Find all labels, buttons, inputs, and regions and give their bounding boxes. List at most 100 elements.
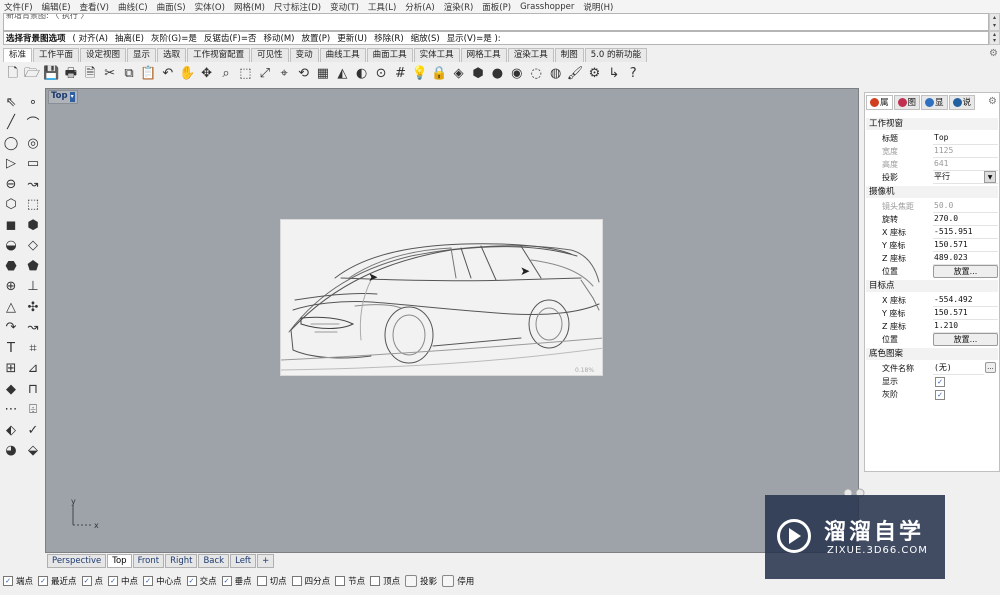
four-views-icon[interactable]: ▦: [313, 64, 332, 84]
tool-icon[interactable]: ⬖: [0, 420, 22, 441]
move-view-icon[interactable]: ✥: [197, 64, 216, 84]
tab-14[interactable]: 5.0 的新功能: [584, 48, 647, 62]
background-bitmap[interactable]: 0.18%: [280, 219, 603, 376]
tool-icon[interactable]: ✓: [22, 420, 44, 441]
cam-y-field[interactable]: 150.571: [933, 239, 998, 252]
snap-icon[interactable]: ⊙: [371, 64, 390, 84]
tool-icon[interactable]: ↝: [22, 318, 44, 339]
command-option[interactable]: 显示(V)=是 ):: [447, 34, 501, 44]
pan-hand-icon[interactable]: ✋: [178, 64, 197, 84]
tool-icon[interactable]: ◆: [0, 379, 22, 400]
osnap-6[interactable]: ✓ 垂点: [221, 575, 252, 587]
osnap-4[interactable]: ✓ 中心点: [143, 575, 182, 587]
menu-item[interactable]: 实体(O): [195, 1, 225, 13]
osnap-9[interactable]: 节点: [335, 575, 365, 587]
command-option[interactable]: 反锯齿(F)=否: [204, 34, 257, 44]
tab-7[interactable]: 变动: [289, 48, 319, 62]
settings-icon[interactable]: ⚙: [585, 64, 604, 84]
lock-icon[interactable]: 🔒: [430, 64, 449, 84]
toggle-0[interactable]: 投影: [405, 575, 437, 587]
tool-icon[interactable]: ⬟: [22, 256, 44, 277]
tab-0[interactable]: 标准: [3, 48, 33, 62]
osnap-0[interactable]: ✓ 端点: [3, 575, 33, 587]
command-option[interactable]: 灰阶(G)=是: [151, 34, 197, 44]
viewport-menu-arrow-icon[interactable]: ▾: [69, 92, 75, 102]
tgt-z-field[interactable]: 1.210: [933, 320, 998, 333]
command-option[interactable]: 放置(P): [301, 34, 330, 44]
tab-13[interactable]: 制图: [554, 48, 584, 62]
show-checkbox[interactable]: ✓: [935, 377, 945, 387]
osnap-checkbox[interactable]: [335, 576, 346, 586]
tab-9[interactable]: 曲面工具: [366, 48, 413, 62]
zoom-window-icon[interactable]: ⬚: [236, 64, 255, 84]
tool-icon[interactable]: ⬢: [22, 215, 44, 236]
toggle-1[interactable]: 停用: [442, 575, 474, 587]
tab-4[interactable]: 选取: [157, 48, 187, 62]
toggle-button[interactable]: [405, 575, 418, 587]
tab-10[interactable]: 实体工具: [413, 48, 460, 62]
zoom-extents-icon[interactable]: ⤢: [255, 64, 274, 84]
command-option[interactable]: 抽离(E): [115, 34, 144, 44]
paint-icon[interactable]: 🖌: [565, 64, 584, 84]
tool-icon[interactable]: ⬡: [0, 195, 22, 216]
material-icon[interactable]: ⬢: [468, 64, 487, 84]
viewport-tab-left[interactable]: Left: [230, 554, 257, 568]
title-field[interactable]: Top: [933, 132, 998, 145]
osnap-checkbox[interactable]: ✓: [3, 576, 13, 586]
tool-icon[interactable]: ⊞: [0, 359, 22, 380]
open-folder-icon[interactable]: 🗁: [22, 64, 41, 84]
menu-item[interactable]: 尺寸标注(D): [274, 1, 321, 13]
tab-12[interactable]: 渲染工具: [507, 48, 554, 62]
command-option[interactable]: 更新(U): [337, 34, 367, 44]
tool-icon[interactable]: ◇: [22, 236, 44, 257]
tool-icon[interactable]: ▭: [22, 154, 44, 175]
cam-x-field[interactable]: -515.951: [933, 226, 998, 239]
add-viewport-tab-icon[interactable]: +: [257, 554, 275, 568]
tool-icon[interactable]: ↷: [0, 318, 22, 339]
menu-item[interactable]: 文件(F): [4, 1, 33, 13]
tool-icon[interactable]: ⊖: [0, 174, 22, 195]
command-option[interactable]: 移除(R): [374, 34, 404, 44]
menu-item[interactable]: Grasshopper: [520, 2, 574, 12]
copy-icon[interactable]: ⧉: [119, 64, 138, 84]
osnap-checkbox[interactable]: [291, 576, 302, 586]
tool-icon[interactable]: ↝: [22, 174, 44, 195]
tool-icon[interactable]: ◒: [0, 236, 22, 257]
osnap-7[interactable]: 切点: [256, 575, 287, 587]
panel-tab-2[interactable]: 显: [921, 95, 948, 110]
ghosted-sphere-icon[interactable]: ◌: [527, 64, 546, 84]
panel-tab-1[interactable]: 图: [893, 95, 921, 110]
tab-1[interactable]: 工作平面: [33, 48, 80, 62]
osnap-5[interactable]: ✓ 交点: [186, 575, 217, 587]
gray-checkbox[interactable]: ✓: [935, 390, 945, 400]
viewport-tab-perspective[interactable]: Perspective: [47, 554, 107, 568]
light-bulb-icon[interactable]: 💡: [410, 64, 429, 84]
cam-place-button[interactable]: 放置...: [933, 265, 998, 278]
new-file-icon[interactable]: 🗋: [3, 64, 22, 84]
tool-icon[interactable]: ╱: [0, 113, 22, 134]
import-icon[interactable]: 🗎: [81, 64, 100, 84]
tool-icon[interactable]: T: [0, 338, 22, 359]
tab-2[interactable]: 设定视图: [80, 48, 127, 62]
tool-icon[interactable]: ⊕: [0, 277, 22, 298]
tool-icon[interactable]: ∘: [22, 92, 44, 113]
menu-item[interactable]: 查看(V): [80, 1, 109, 13]
grid-icon[interactable]: #: [391, 64, 410, 84]
menu-item[interactable]: 渲染(R): [444, 1, 474, 13]
osnap-checkbox[interactable]: ✓: [186, 576, 197, 586]
cam-z-field[interactable]: 489.023: [933, 252, 998, 265]
rotate-view-icon[interactable]: ⟲: [294, 64, 313, 84]
cut-icon[interactable]: ✂: [100, 64, 119, 84]
layer-icon[interactable]: ◈: [449, 64, 468, 84]
panel-tab-3[interactable]: 说: [948, 95, 976, 110]
tool-icon[interactable]: ⌗: [22, 338, 44, 359]
save-icon[interactable]: 💾: [42, 64, 61, 84]
viewport-tab-front[interactable]: Front: [132, 554, 165, 568]
command-line[interactable]: 选择背景图选项 ( 对齐(A) 抽离(E) 灰阶(G)=是 反锯齿(F)=否 移动(M)…: [3, 31, 989, 45]
menu-item[interactable]: 分析(A): [405, 1, 434, 13]
tgt-x-field[interactable]: -554.492: [933, 294, 998, 307]
tool-icon[interactable]: ◯: [0, 133, 22, 154]
tool-icon[interactable]: ⊥: [22, 277, 44, 298]
tool-icon[interactable]: ⌹: [22, 400, 44, 421]
dimension-icon[interactable]: ↳: [604, 64, 623, 84]
